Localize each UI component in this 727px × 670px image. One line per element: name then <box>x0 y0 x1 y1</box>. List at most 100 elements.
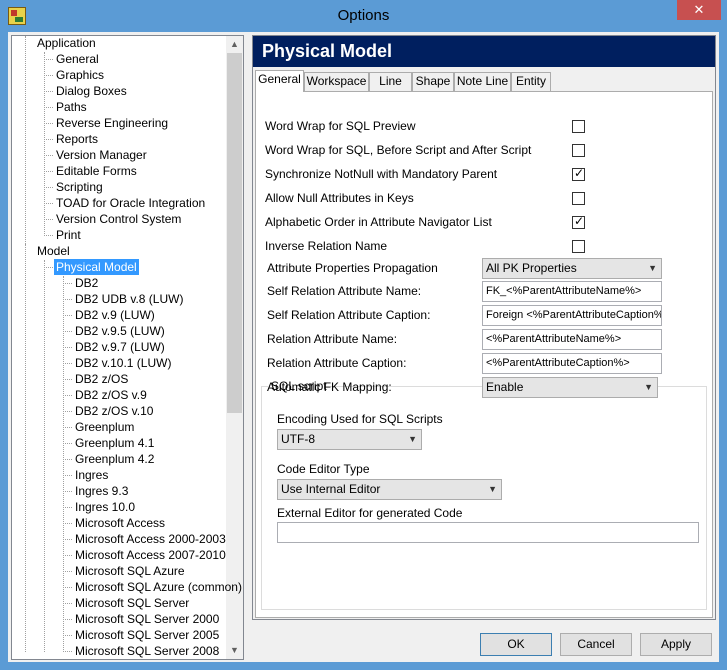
checkbox-label: Allow Null Attributes in Keys <box>265 191 414 205</box>
tree-item[interactable]: Model <box>35 243 72 259</box>
checkbox[interactable] <box>572 120 585 133</box>
tree-connector <box>63 635 72 636</box>
tree-item[interactable]: DB2 UDB v.8 (LUW) <box>73 291 185 307</box>
tree-item[interactable]: Ingres 10.0 <box>73 499 137 515</box>
tree-item[interactable]: Ingres 9.3 <box>73 483 130 499</box>
tree-item[interactable]: TOAD for Oracle Integration <box>54 195 207 211</box>
checkbox-label: Word Wrap for SQL Preview <box>265 119 416 133</box>
external-editor-input[interactable] <box>277 522 699 543</box>
tree-item[interactable]: Editable Forms <box>54 163 139 179</box>
field-select[interactable]: Enable ▼ <box>482 377 658 398</box>
tree-connector <box>44 155 53 156</box>
editor-type-select[interactable]: Use Internal Editor ▼ <box>277 479 502 500</box>
field-value: FK_<%ParentAttributeName%> <box>486 285 642 297</box>
encoding-value: UTF-8 <box>281 432 315 446</box>
tab-workspace[interactable]: Workspace <box>304 72 369 91</box>
encoding-select[interactable]: UTF-8 ▼ <box>277 429 422 450</box>
tree-item[interactable]: Greenplum 4.1 <box>73 435 156 451</box>
checkbox[interactable] <box>572 240 585 253</box>
tree-connector <box>44 235 53 236</box>
field-input[interactable]: FK_<%ParentAttributeName%> <box>482 281 662 302</box>
editor-type-label: Code Editor Type <box>277 462 370 476</box>
tree-item[interactable]: Microsoft SQL Server 2005 <box>73 627 221 643</box>
checkbox-label: Alphabetic Order in Attribute Navigator … <box>265 215 492 229</box>
tree-item[interactable]: Microsoft Access 2000-2003 <box>73 531 228 547</box>
field-input[interactable]: <%ParentAttributeCaption%> <box>482 353 662 374</box>
tab-entity[interactable]: Entity <box>511 72 551 91</box>
tree-item[interactable]: Physical Model <box>54 259 139 275</box>
tree-connector <box>63 555 72 556</box>
scroll-thumb[interactable] <box>227 53 242 413</box>
panel-header: Physical Model <box>253 36 715 67</box>
tree-item[interactable]: DB2 <box>73 275 100 291</box>
tree-connector <box>44 107 53 108</box>
tree-item[interactable]: Print <box>54 227 83 243</box>
tree-item[interactable]: Graphics <box>54 67 106 83</box>
tab-note-line[interactable]: Note Line <box>454 72 511 91</box>
tree-connector <box>63 651 72 652</box>
checkbox[interactable] <box>572 144 585 157</box>
tree-item[interactable]: Microsoft SQL Server 2008 <box>73 643 221 659</box>
options-tree[interactable]: ▲ ▼ Application General Graphics Dialog Box… <box>11 35 244 660</box>
title-bar[interactable]: Options ✕ <box>0 0 727 32</box>
tree-item[interactable]: Version Manager <box>54 147 149 163</box>
checkbox-label: Word Wrap for SQL, Before Script and Aft… <box>265 143 532 157</box>
tree-item[interactable]: Greenplum 4.2 <box>73 451 156 467</box>
tree-connector <box>63 539 72 540</box>
tree-item[interactable]: Reports <box>54 131 100 147</box>
close-button[interactable]: ✕ <box>677 0 721 20</box>
tree-item[interactable]: Reverse Engineering <box>54 115 170 131</box>
tree-item[interactable]: Microsoft SQL Server <box>73 595 191 611</box>
tree-item[interactable]: Application <box>35 36 98 51</box>
tree-item[interactable]: Greenplum <box>73 419 136 435</box>
tab-shape[interactable]: Shape <box>412 72 454 91</box>
chevron-down-icon: ▼ <box>488 484 497 494</box>
tab-line[interactable]: Line <box>369 72 412 91</box>
scroll-up-icon[interactable]: ▲ <box>226 36 243 53</box>
checkbox[interactable] <box>572 214 585 229</box>
tree-connector <box>63 347 72 348</box>
tree-item[interactable]: Scripting <box>54 179 105 195</box>
tree-item[interactable]: Microsoft Access 2007-2010 <box>73 547 228 563</box>
tree-connector <box>44 187 53 188</box>
tree-item[interactable]: DB2 z/OS v.9 <box>73 387 149 403</box>
field-label: Attribute Properties Propagation <box>267 261 438 275</box>
checkbox[interactable] <box>572 166 585 181</box>
apply-button[interactable]: Apply <box>640 633 712 656</box>
tree-connector <box>44 52 45 236</box>
tree-connector <box>63 379 72 380</box>
tree-connector <box>63 603 72 604</box>
tab-general[interactable]: General <box>255 70 304 92</box>
tree-item[interactable]: DB2 z/OS v.10 <box>73 403 155 419</box>
window-title: Options <box>337 7 390 24</box>
tree-item[interactable]: Microsoft Access <box>73 515 167 531</box>
ok-button[interactable]: OK <box>480 633 552 656</box>
tree-item[interactable]: DB2 v.9.5 (LUW) <box>73 323 167 339</box>
tree-item[interactable]: General <box>54 51 101 67</box>
tree-item[interactable]: Microsoft SQL Azure (common) <box>73 579 243 595</box>
encoding-label: Encoding Used for SQL Scripts <box>277 412 443 426</box>
field-input[interactable]: Foreign <%ParentAttributeCaption%> <box>482 305 662 326</box>
scroll-down-icon[interactable]: ▼ <box>226 642 243 659</box>
tree-connector <box>63 491 72 492</box>
tree-connector <box>63 523 72 524</box>
tree-item[interactable]: Ingres <box>73 467 110 483</box>
tree-connector <box>63 411 72 412</box>
tree-item[interactable]: DB2 v.9.7 (LUW) <box>73 339 167 355</box>
tree-scrollbar[interactable]: ▲ ▼ <box>226 36 243 659</box>
field-input[interactable]: <%ParentAttributeName%> <box>482 329 662 350</box>
field-value: Enable <box>486 380 524 394</box>
tree-item[interactable]: Version Control System <box>54 211 183 227</box>
tree-connector <box>25 36 26 252</box>
tree-item[interactable]: DB2 v.10.1 (LUW) <box>73 355 173 371</box>
tree-item[interactable]: Dialog Boxes <box>54 83 129 99</box>
cancel-button[interactable]: Cancel <box>560 633 632 656</box>
tree-item[interactable]: DB2 z/OS <box>73 371 130 387</box>
tree-item[interactable]: Paths <box>54 99 89 115</box>
field-select[interactable]: All PK Properties ▼ <box>482 258 662 279</box>
tree-item[interactable]: Microsoft SQL Azure <box>73 563 187 579</box>
tree-item[interactable]: DB2 v.9 (LUW) <box>73 307 157 323</box>
tree-item[interactable]: Microsoft SQL Server 2000 <box>73 611 221 627</box>
field-label: Automatic FK Mapping: <box>267 380 392 394</box>
checkbox[interactable] <box>572 192 585 205</box>
